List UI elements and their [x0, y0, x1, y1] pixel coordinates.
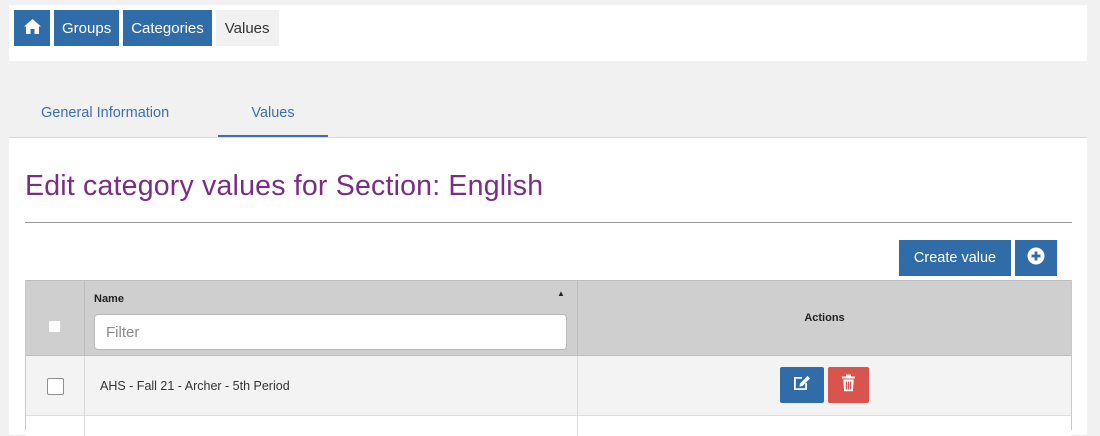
row-name: AHS - Fall 21 - Archer - 5th Period [100, 379, 290, 393]
table-header: Name ▲ Actions [26, 280, 1071, 356]
delete-button[interactable] [828, 367, 869, 403]
column-divider [577, 356, 578, 416]
table-row: AHS - Fall 21 - Archer - 5th Period [26, 356, 1071, 416]
column-header-actions: Actions [804, 312, 845, 324]
values-table: Name ▲ Actions AHS - Fall 21 - Archer - … [25, 280, 1072, 436]
breadcrumb-categories[interactable]: Categories [123, 10, 212, 46]
edit-icon [792, 374, 812, 396]
row-checkbox[interactable] [47, 378, 64, 395]
page-title: Edit category values for Section: Englis… [25, 170, 544, 202]
edit-button[interactable] [780, 367, 824, 403]
sort-ascending-icon[interactable]: ▲ [557, 289, 565, 298]
plus-circle-icon [1027, 247, 1045, 270]
column-divider [577, 416, 578, 436]
trash-icon [841, 374, 856, 397]
breadcrumb-current: Values [215, 10, 279, 46]
select-all-checkbox[interactable] [48, 320, 61, 333]
tab-values[interactable]: Values [218, 105, 328, 137]
breadcrumb-home[interactable] [14, 10, 50, 46]
breadcrumb-groups[interactable]: Groups [54, 10, 120, 46]
add-button[interactable] [1015, 240, 1057, 276]
breadcrumb: Groups Categories Values [14, 10, 279, 46]
create-value-button[interactable]: Create value [899, 240, 1011, 276]
filter-input[interactable] [94, 314, 567, 350]
title-divider [25, 222, 1072, 223]
tab-bar: General Information Values [9, 61, 1087, 138]
column-header-name[interactable]: Name [94, 293, 124, 305]
column-divider [84, 281, 85, 355]
tab-general-information[interactable]: General Information [41, 105, 169, 137]
column-divider [84, 356, 85, 416]
table-row [26, 416, 1071, 436]
home-icon [23, 18, 42, 39]
column-divider [84, 416, 85, 436]
